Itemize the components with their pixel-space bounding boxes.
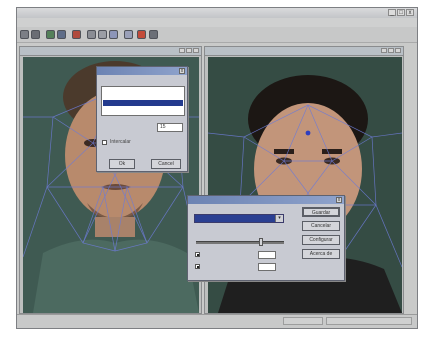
ok-button[interactable]: Ok <box>109 159 135 169</box>
pane-title-bar[interactable] <box>205 47 403 56</box>
cancel-button[interactable]: Cancelar <box>302 221 340 231</box>
quality-slider-thumb[interactable] <box>259 238 263 246</box>
dialog-title-bar[interactable]: x <box>188 196 344 204</box>
cancel-button[interactable]: Cancel <box>151 159 181 169</box>
status-bar <box>17 314 417 328</box>
save-icon[interactable] <box>46 30 55 39</box>
toolbar <box>17 27 417 43</box>
pane-controls <box>381 48 401 53</box>
pane-close-button[interactable] <box>193 48 199 53</box>
frames-per-second-input[interactable]: 15 <box>157 123 183 132</box>
interlace-label: Intercalar <box>110 139 131 145</box>
datarate-checkbox[interactable] <box>195 264 200 269</box>
keyframe-input[interactable] <box>258 251 276 259</box>
pane-maximize-button[interactable] <box>388 48 394 53</box>
title-bar[interactable]: _ □ x <box>17 8 417 18</box>
zoom-icon[interactable] <box>109 30 118 39</box>
draw-icon[interactable] <box>87 30 96 39</box>
new-icon[interactable] <box>20 30 29 39</box>
list-item[interactable] <box>103 106 183 112</box>
close-button[interactable]: x <box>406 9 414 16</box>
window-controls: _ □ x <box>388 9 414 16</box>
datarate-input[interactable] <box>258 263 276 271</box>
save-button[interactable]: Guardar <box>302 207 340 217</box>
close-icon[interactable]: x <box>336 197 342 203</box>
open-icon[interactable] <box>31 30 40 39</box>
status-cell <box>283 317 323 325</box>
grid-icon[interactable] <box>124 30 133 39</box>
about-button[interactable]: Acerca de <box>302 249 340 259</box>
quality-slider-track[interactable] <box>196 241 284 244</box>
compressor-list[interactable] <box>101 86 185 116</box>
select-icon[interactable] <box>98 30 107 39</box>
video-compression-dialog: x ▾ Guardar Cancelar Configurar Acerca d… <box>187 195 345 281</box>
pane-minimize-button[interactable] <box>381 48 387 53</box>
avi-settings-dialog: x 15 Intercalar Ok Cancel <box>96 66 188 172</box>
menu-bar <box>17 18 417 27</box>
play-icon[interactable] <box>72 30 81 39</box>
compressor-select[interactable]: ▾ <box>194 214 284 223</box>
maximize-button[interactable]: □ <box>397 9 405 16</box>
export-icon[interactable] <box>149 30 158 39</box>
interlace-checkbox[interactable] <box>102 140 107 145</box>
chevron-down-icon[interactable]: ▾ <box>275 215 283 222</box>
status-cell <box>326 317 412 325</box>
dialog-title-bar[interactable]: x <box>97 67 187 75</box>
close-icon[interactable]: x <box>179 68 185 74</box>
pane-minimize-button[interactable] <box>179 48 185 53</box>
image-icon[interactable] <box>57 30 66 39</box>
pane-controls <box>179 48 199 53</box>
pane-maximize-button[interactable] <box>186 48 192 53</box>
minimize-button[interactable]: _ <box>388 9 396 16</box>
color-icon[interactable] <box>137 30 146 39</box>
configure-button[interactable]: Configurar <box>302 235 340 245</box>
keyframe-checkbox[interactable] <box>195 252 200 257</box>
pane-title-bar[interactable] <box>20 47 201 56</box>
pane-close-button[interactable] <box>395 48 401 53</box>
